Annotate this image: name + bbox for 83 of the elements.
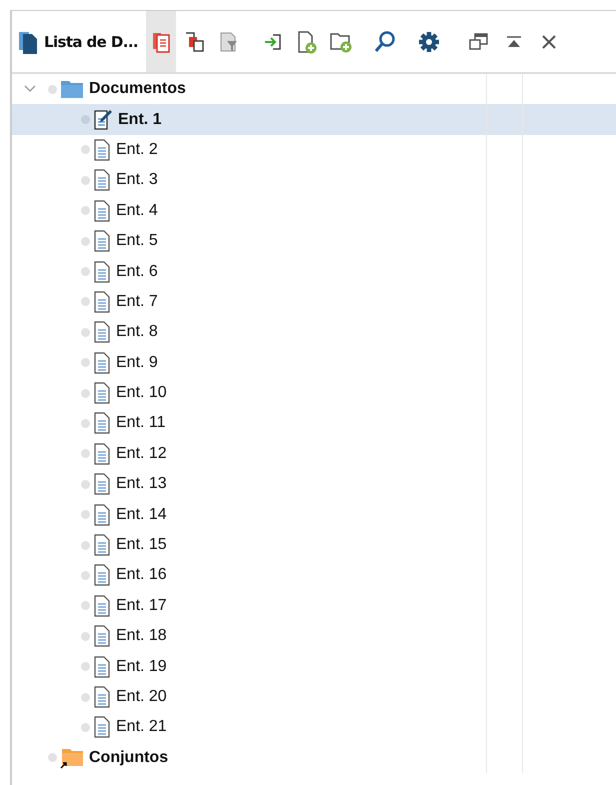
status-dot [48,753,57,762]
paste-button[interactable] [146,11,176,72]
tree-item-label[interactable]: Ent. 6 [116,262,158,281]
tree-item-label[interactable]: Ent. 20 [116,688,167,706]
close-icon [541,34,558,50]
copy-icon [184,30,206,52]
tree-item-label[interactable]: Ent. 21 [116,718,167,736]
document-icon [93,382,111,404]
documents-icon [18,30,38,54]
document-icon [93,260,111,283]
filter-icon [219,30,240,52]
status-dot [81,692,90,702]
tree-item-label[interactable]: Ent. 19 [116,658,167,676]
document-icon [93,564,111,586]
status-dot [81,145,90,154]
minimize-icon [505,34,524,48]
tree-item-label[interactable]: Ent. 2 [116,140,158,159]
folder-icon [60,79,84,100]
status-dot [81,632,90,641]
tree-item-label[interactable]: Ent. 3 [116,171,158,190]
tree-item-label[interactable]: Ent. 5 [116,232,158,250]
status-dot [81,206,90,216]
status-dot [81,176,90,185]
document-icon [93,138,111,161]
document-icon [93,594,111,617]
status-dot [81,388,90,398]
tree-item-label[interactable]: Ent. 15 [116,536,167,554]
status-dot [81,510,90,520]
document-icon [93,625,111,648]
settings-icon [418,30,440,52]
document-icon [93,352,111,374]
tree-item-label[interactable]: Ent. 12 [116,444,167,463]
tree-item-label[interactable]: Ent. 16 [116,566,167,584]
status-dot [81,328,90,337]
search-icon [374,30,396,54]
status-dot [81,722,90,732]
panel-title: Lista de D... [44,32,138,50]
status-dot [81,570,90,580]
document-icon [93,473,111,496]
status-dot [81,267,90,276]
status-dot [81,418,90,428]
document-icon [93,290,111,313]
selected-row[interactable]: Ent. 1 [12,104,616,135]
document-icon [93,200,111,222]
new-document-icon [296,30,318,54]
status-dot [81,662,90,672]
status-dot [81,601,90,610]
status-dot [81,540,90,550]
tree-item-label[interactable]: Ent. 10 [116,384,167,402]
folder-shortcut-icon [60,746,84,769]
document-icon [93,230,111,252]
status-dot [81,480,90,489]
status-dot [48,84,57,94]
tree-item-label[interactable]: Documentos [89,80,186,98]
tree-item-label[interactable]: Ent. 14 [116,506,167,524]
document-icon [93,321,111,344]
document-icon [93,412,111,434]
new-folder-icon [329,30,354,52]
status-dot [81,358,90,368]
tree-item-label[interactable]: Conjuntos [89,748,168,767]
document-icon [93,169,111,192]
document-icon [93,716,111,738]
tree-item-label[interactable]: Ent. 18 [116,627,167,646]
import-icon [263,32,284,52]
document-icon [93,442,111,465]
tree-item-label[interactable]: Ent. 11 [116,414,166,432]
document-icon [93,686,111,708]
document-icon [93,534,111,556]
chevron-icon[interactable] [24,85,36,94]
status-dot [81,297,90,306]
status-dot [81,449,90,458]
document-icon [93,656,111,678]
edit-document-icon [93,108,113,131]
restore-icon [468,32,490,52]
tree-item-label[interactable]: Ent. 13 [116,475,167,494]
tree-item-label[interactable]: Ent. 9 [116,354,158,372]
tree-item-label[interactable]: Ent. 8 [116,323,158,342]
status-dot [81,236,90,246]
tree-item-label[interactable]: Ent. 1 [118,110,162,129]
document-icon [93,504,111,526]
tree-item-label[interactable]: Ent. 7 [116,292,158,311]
tree-item-label[interactable]: Ent. 4 [116,202,158,220]
tree-item-label[interactable]: Ent. 17 [116,596,167,615]
